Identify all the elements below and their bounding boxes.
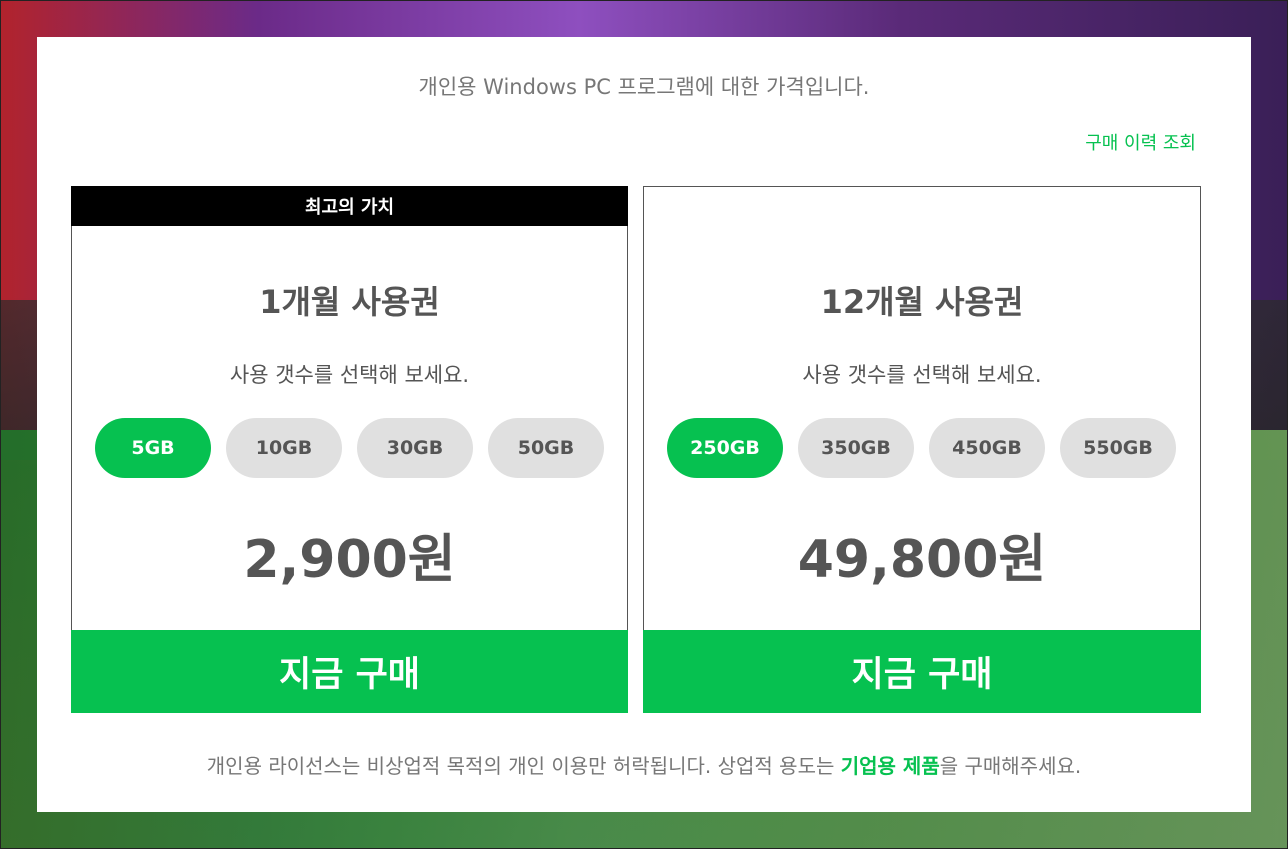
- plan-title: 1개월 사용권: [259, 283, 440, 321]
- license-note-suffix: 을 구매해주세요.: [939, 754, 1082, 778]
- option-30gb[interactable]: 30GB: [357, 418, 473, 478]
- plan-card-1-month: 최고의 가치 1개월 사용권 사용 갯수를 선택해 보세요. 5GB 10GB …: [71, 186, 628, 713]
- plan-subtitle: 사용 갯수를 선택해 보세요.: [802, 363, 1042, 387]
- option-10gb[interactable]: 10GB: [226, 418, 342, 478]
- plan-subtitle: 사용 갯수를 선택해 보세요.: [229, 363, 470, 387]
- option-450gb[interactable]: 450GB: [929, 418, 1045, 478]
- option-550gb[interactable]: 550GB: [1060, 418, 1176, 478]
- plan-price: 2,900원: [243, 530, 456, 590]
- plan-price: 49,800원: [797, 530, 1047, 590]
- option-350gb[interactable]: 350GB: [798, 418, 914, 478]
- enterprise-product-link[interactable]: 기업용 제품: [841, 754, 940, 778]
- purchase-history-link[interactable]: 구매 이력 조회: [1085, 129, 1196, 155]
- buy-now-button[interactable]: 지금 구매: [643, 630, 1201, 713]
- capacity-options: 5GB 10GB 30GB 50GB: [95, 418, 604, 478]
- plan-title: 12개월 사용권: [820, 283, 1024, 321]
- best-value-ribbon: 최고의 가치: [71, 186, 628, 226]
- capacity-options: 250GB 350GB 450GB 550GB: [667, 418, 1176, 478]
- option-250gb[interactable]: 250GB: [667, 418, 783, 478]
- option-50gb[interactable]: 50GB: [488, 418, 604, 478]
- plan-card-12-month: 12개월 사용권 사용 갯수를 선택해 보세요. 250GB 350GB 450…: [643, 186, 1201, 713]
- pricing-panel: 개인용 Windows PC 프로그램에 대한 가격입니다. 구매 이력 조회 …: [37, 37, 1251, 812]
- intro-text: 개인용 Windows PC 프로그램에 대한 가격입니다.: [418, 75, 870, 99]
- buy-now-button[interactable]: 지금 구매: [71, 630, 628, 713]
- option-5gb[interactable]: 5GB: [95, 418, 211, 478]
- license-note-prefix: 개인용 라이선스는 비상업적 목적의 개인 이용만 허락됩니다. 상업적 용도는: [206, 754, 841, 778]
- license-note: 개인용 라이선스는 비상업적 목적의 개인 이용만 허락됩니다. 상업적 용도는…: [37, 750, 1251, 779]
